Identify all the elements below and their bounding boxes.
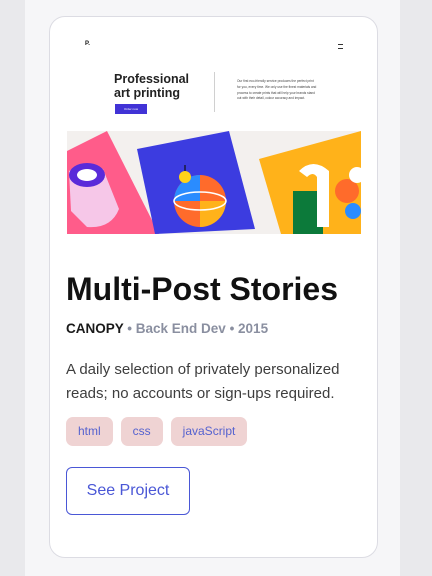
tag-css: css <box>120 417 163 446</box>
hamburger-menu-icon <box>338 44 343 49</box>
preview-description: Our first eco-friendly service produces … <box>237 79 317 101</box>
preview-artwork <box>67 131 361 234</box>
project-preview-image: P. Professional art printing Order now O… <box>67 34 361 234</box>
client-name: CANOPY <box>66 321 124 336</box>
see-project-button[interactable]: See Project <box>66 467 190 515</box>
tag-list: html css javaScript <box>66 417 248 446</box>
preview-headline: Professional art printing <box>114 72 190 100</box>
project-card: P. Professional art printing Order now O… <box>49 16 378 558</box>
tag-javascript: javaScript <box>170 417 248 446</box>
project-description: A daily selection of privately personali… <box>66 361 340 402</box>
preview-order-button: Order now <box>115 104 147 114</box>
page-background: P. Professional art printing Order now O… <box>25 0 400 576</box>
project-role: • Back End Dev <box>127 321 226 336</box>
tag-html: html <box>66 417 113 446</box>
preview-logo: P. <box>85 41 90 47</box>
preview-divider <box>214 72 215 112</box>
project-meta: CANOPY • Back End Dev • 2015 <box>66 321 268 336</box>
project-year: • 2015 <box>229 321 269 336</box>
project-title: Multi-Post Stories <box>66 271 339 307</box>
